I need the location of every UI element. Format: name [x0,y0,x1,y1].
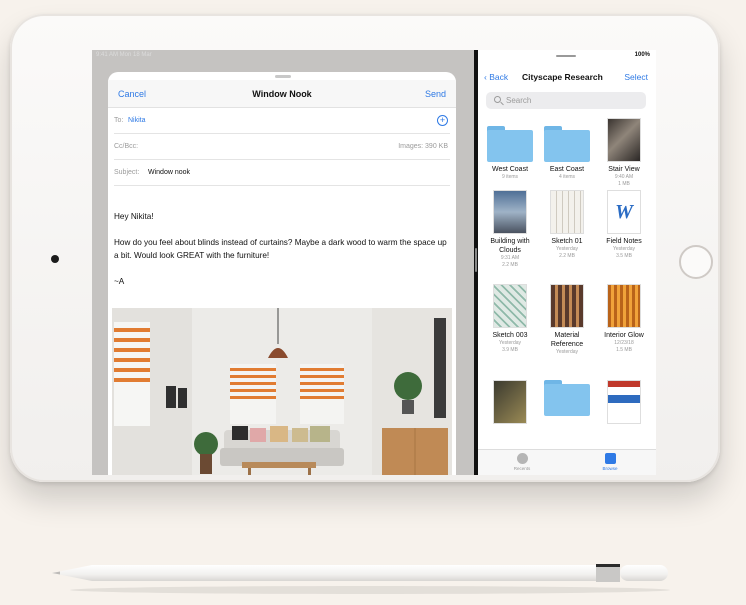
file-name: Material Reference [550,332,584,348]
file-size: 1 MB [618,180,630,187]
file-name: Building with Clouds [490,238,530,254]
body-paragraph: How do you feel about blinds instead of … [114,238,447,260]
select-button[interactable]: Select [624,72,648,82]
send-button[interactable]: Send [425,89,446,99]
pencil-shadow [70,586,670,594]
tab-browse-label: Browse [602,466,618,471]
files-grid: West Coast 9 items East Coast 4 items St… [478,118,656,448]
file-item-stair-view[interactable]: Stair View 9:40 AM 1 MB [596,118,652,187]
cc-bcc-field[interactable]: Cc/Bcc: Images: 390 KB [114,134,450,160]
folder-title: Cityscape Research [522,72,603,82]
folder-icon [604,453,616,464]
clock-icon [516,453,528,464]
file-meta: Yesterday [555,349,579,355]
building-photo-thumbnail [493,190,527,234]
to-label: To: [114,117,124,124]
home-button[interactable] [679,245,713,279]
file-name: Stair View [608,166,640,173]
app-switch-pill[interactable] [556,55,576,57]
photo-thumbnail [493,380,527,424]
to-recipient[interactable]: Nikita [128,117,146,124]
subject-label: Subject: [114,169,140,176]
file-name: Sketch 01 [551,238,583,245]
file-item-sketch-003[interactable]: Sketch 003 Yesterday 3.9 MB [482,284,538,353]
file-item-partial[interactable] [539,380,595,416]
message-body[interactable]: Hey Nikita! How do you feel about blinds… [114,210,450,301]
folder-icon [487,126,533,162]
file-size: 2.2 MB [559,252,575,259]
mail-compose-pane: 9:41 AM Mon 18 Mar Cancel Window Nook Se… [92,50,474,475]
folder-icon [544,380,590,416]
file-size: 2.2 MB [502,261,518,268]
status-time: 9:41 AM Mon 18 Mar [96,52,152,58]
search-placeholder: Search [506,96,532,105]
back-label: Back [489,72,509,82]
file-item-material-reference[interactable]: Material Reference Yesterday [539,284,595,356]
document-thumbnail [607,380,641,424]
file-item-building-with-clouds[interactable]: Building with Clouds 9:31 AM 2.2 MB [482,190,538,268]
files-tab-bar: Recents Browse [478,449,656,475]
search-field[interactable]: Search [486,92,646,109]
file-item-west-coast[interactable]: West Coast 9 items [482,118,538,181]
file-meta: 9 items [501,174,519,180]
split-view-handle[interactable] [475,248,477,272]
file-size: 1.5 MB [616,346,632,353]
file-name: Interior Glow [604,332,644,339]
compose-nav-bar: Cancel Window Nook Send [108,80,456,108]
sketch-thumbnail [550,190,584,234]
attached-room-photo[interactable] [112,308,452,475]
file-size: 3.9 MB [502,346,518,353]
compose-title: Window Nook [252,89,312,99]
file-item-field-notes[interactable]: W Field Notes Yesterday 3.5 MB [596,190,652,259]
images-size-info[interactable]: Images: 390 KB [398,143,448,150]
to-field[interactable]: To: Nikita + [114,108,450,134]
files-status-bar: 100% [478,50,656,62]
search-icon [494,96,501,103]
battery-status: 100% [634,52,650,58]
folder-icon [544,126,590,162]
ipad-device: 9:41 AM Mon 18 Mar Cancel Window Nook Se… [10,14,720,482]
signature-text: ~A [114,277,125,286]
file-item-partial[interactable] [482,380,538,424]
sketch-thumbnail [493,284,527,328]
cc-bcc-label: Cc/Bcc: [114,143,139,150]
files-nav-bar: ‹ Back Cityscape Research Select [478,68,656,88]
file-item-interior-glow[interactable]: Interior Glow 12/23/18 1.5 MB [596,284,652,353]
marketing-scene: 9:41 AM Mon 18 Mar Cancel Window Nook Se… [0,0,746,605]
front-camera [51,255,59,263]
file-size: 3.5 MB [616,252,632,259]
stair-photo-thumbnail [607,118,641,162]
back-button[interactable]: ‹ Back [484,72,508,82]
tab-recents[interactable]: Recents [502,453,542,471]
file-name: Sketch 003 [492,332,528,339]
file-name: East Coast [549,166,585,173]
room-photo-image [112,308,452,475]
interior-photo-thumbnail [607,284,641,328]
material-photo-thumbnail [550,284,584,328]
add-contact-icon[interactable]: + [437,115,448,126]
file-name: West Coast [491,166,529,173]
file-item-sketch-01[interactable]: Sketch 01 Yesterday 2.2 MB [539,190,595,259]
ipad-screen: 9:41 AM Mon 18 Mar Cancel Window Nook Se… [92,50,656,475]
tab-recents-label: Recents [513,466,531,471]
tab-browse[interactable]: Browse [590,453,630,471]
files-app-pane: 100% ‹ Back Cityscape Research Select Se… [478,50,656,475]
file-item-east-coast[interactable]: East Coast 4 items [539,118,595,181]
file-meta: 4 items [558,174,576,180]
word-doc-icon: W [607,190,641,234]
greeting-text: Hey Nikita! [114,212,154,221]
file-item-partial[interactable] [596,380,652,424]
subject-field[interactable]: Subject: Window nook [114,160,450,186]
apple-pencil [52,564,668,582]
sheet-grabber[interactable] [275,75,291,78]
file-name: Field Notes [606,238,642,245]
subject-value[interactable]: Window nook [148,169,190,176]
compose-sheet: Cancel Window Nook Send To: Nikita + Cc/… [108,72,456,475]
